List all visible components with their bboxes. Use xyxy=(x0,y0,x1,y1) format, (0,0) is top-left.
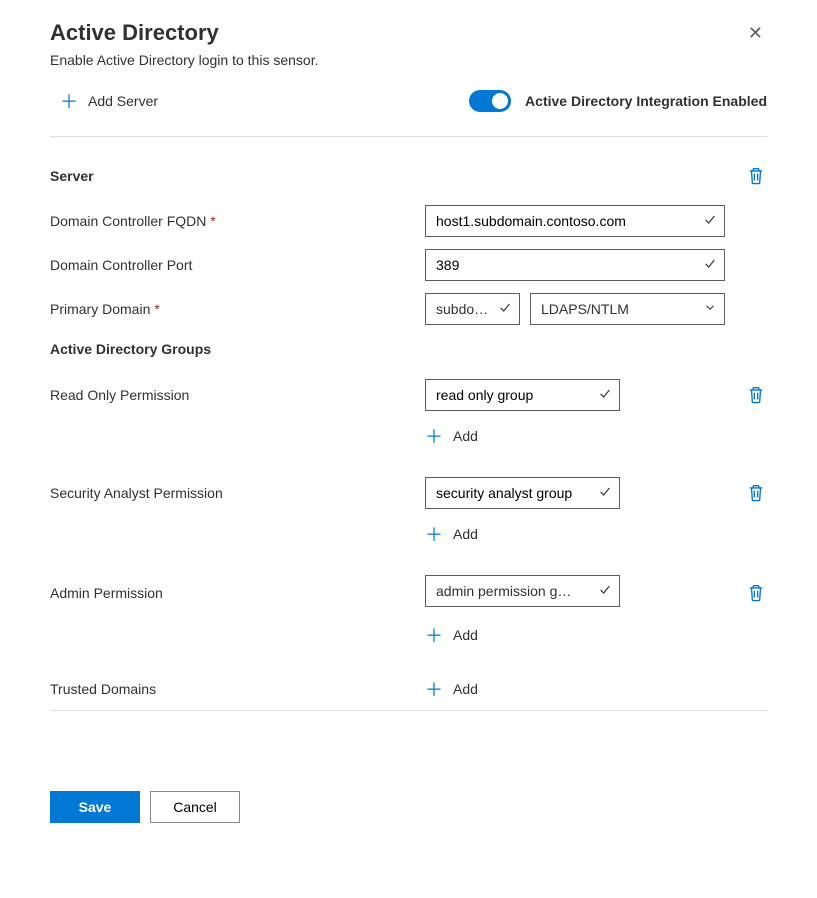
auth-select[interactable]: LDAPS/NTLM xyxy=(530,293,725,325)
add-label: Add xyxy=(453,526,478,542)
integration-toggle-label: Active Directory Integration Enabled xyxy=(525,93,767,109)
server-section-label: Server xyxy=(50,168,94,184)
close-icon: ✕ xyxy=(748,23,763,43)
plus-icon: ＋ xyxy=(425,676,443,702)
trash-icon xyxy=(747,484,765,502)
add-security-analyst-group-button[interactable]: ＋ Add xyxy=(425,521,767,547)
read-only-label: Read Only Permission xyxy=(50,387,425,403)
port-input[interactable] xyxy=(425,249,725,281)
divider xyxy=(50,710,767,711)
delete-security-analyst-group-button[interactable] xyxy=(745,482,767,504)
plus-icon: ＋ xyxy=(425,521,443,547)
trash-icon xyxy=(747,584,765,602)
close-button[interactable]: ✕ xyxy=(744,20,767,46)
groups-heading: Active Directory Groups xyxy=(50,341,767,357)
trash-icon xyxy=(747,386,765,404)
cancel-button[interactable]: Cancel xyxy=(150,791,240,823)
security-analyst-label: Security Analyst Permission xyxy=(50,485,425,501)
save-button[interactable]: Save xyxy=(50,791,140,823)
primary-domain-label: Primary Domain * xyxy=(50,301,425,317)
add-server-button[interactable]: ＋ Add Server xyxy=(50,88,158,114)
admin-label: Admin Permission xyxy=(50,585,425,601)
plus-icon: ＋ xyxy=(425,423,443,449)
fqdn-label: Domain Controller FQDN * xyxy=(50,213,425,229)
add-server-label: Add Server xyxy=(88,93,158,109)
delete-admin-group-button[interactable] xyxy=(745,582,767,604)
read-only-group-input[interactable] xyxy=(425,379,620,411)
page-title: Active Directory xyxy=(50,20,219,46)
fqdn-input[interactable] xyxy=(425,205,725,237)
add-trusted-domain-button[interactable]: ＋ Add xyxy=(425,676,478,702)
primary-domain-input[interactable]: subdo… xyxy=(425,293,520,325)
divider xyxy=(50,136,767,137)
add-admin-group-button[interactable]: ＋ Add xyxy=(425,622,767,648)
delete-read-only-group-button[interactable] xyxy=(745,384,767,406)
plus-icon: ＋ xyxy=(425,622,443,648)
page-subtitle: Enable Active Directory login to this se… xyxy=(50,52,767,68)
delete-server-button[interactable] xyxy=(745,165,767,187)
add-read-only-group-button[interactable]: ＋ Add xyxy=(425,423,767,449)
add-label: Add xyxy=(453,681,478,697)
add-label: Add xyxy=(453,627,478,643)
admin-group-input[interactable]: admin permission g… xyxy=(425,575,620,607)
port-label: Domain Controller Port xyxy=(50,257,425,273)
trusted-domains-label: Trusted Domains xyxy=(50,681,425,697)
add-label: Add xyxy=(453,428,478,444)
security-analyst-group-input[interactable] xyxy=(425,477,620,509)
trash-icon xyxy=(747,167,765,185)
plus-icon: ＋ xyxy=(60,88,78,114)
integration-toggle[interactable] xyxy=(469,90,511,112)
